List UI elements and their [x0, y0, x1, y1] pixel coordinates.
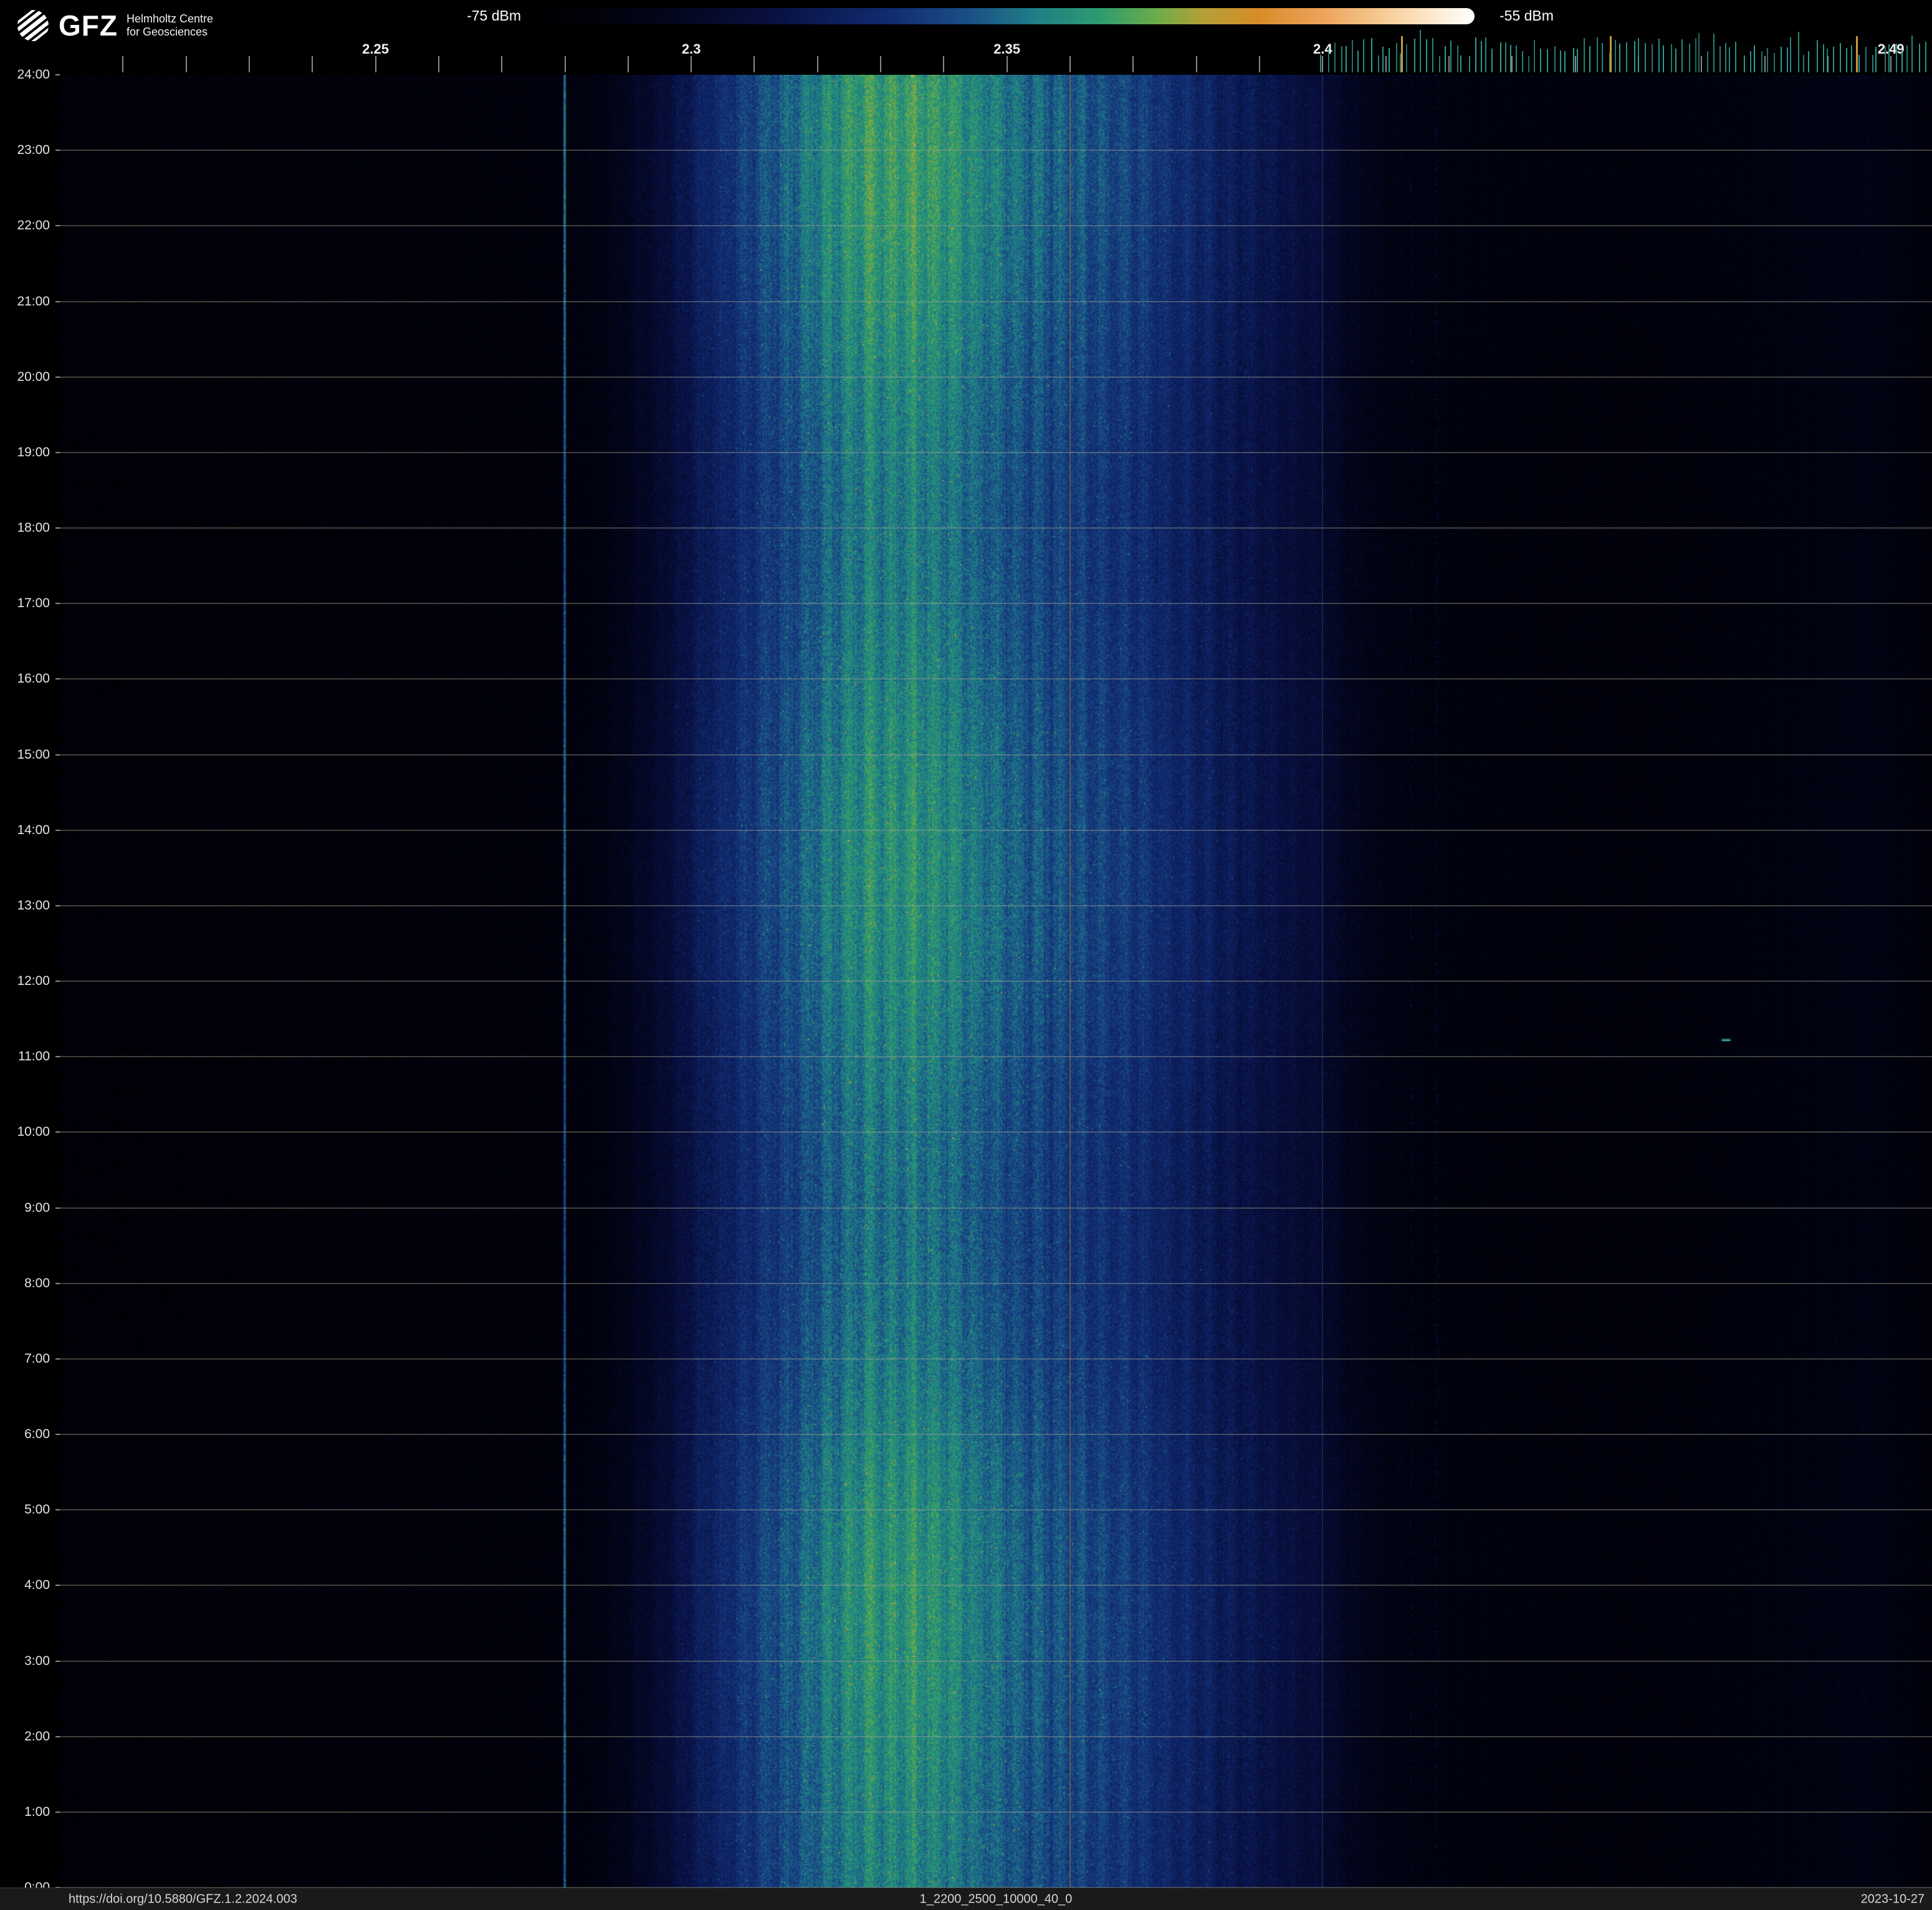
footer-bar: https://doi.org/10.5880/GFZ.1.2.2024.003…	[0, 1888, 1932, 1910]
time-minor-tick	[55, 451, 60, 453]
time-tick-label: 22:00	[17, 218, 50, 233]
time-tick-label: 6:00	[24, 1427, 50, 1441]
time-tick-label: 20:00	[17, 369, 50, 384]
time-tick-label: 23:00	[17, 143, 50, 158]
time-tick-label: 11:00	[18, 1049, 50, 1064]
time-tick-label: 15:00	[17, 747, 50, 762]
time-minor-tick	[55, 1358, 60, 1360]
time-tick-label: 14:00	[17, 822, 50, 837]
time-minor-tick	[55, 754, 60, 756]
brand-text: GFZ	[59, 9, 118, 42]
colorbar-min-label: -75 dBm	[467, 7, 521, 24]
brand-subtitle-line1: Helmholtz Centre	[126, 12, 214, 25]
brand-subtitle-line2: for Geosciences	[126, 26, 208, 38]
time-tick-label: 16:00	[17, 671, 50, 686]
time-minor-tick	[55, 300, 60, 302]
time-minor-tick	[55, 905, 60, 906]
gfz-logo: GFZ Helmholtz Centre for Geosciences	[16, 9, 213, 42]
time-tick-label: 12:00	[17, 974, 50, 988]
time-minor-tick	[55, 981, 60, 982]
time-minor-tick	[55, 1811, 60, 1813]
time-minor-tick	[55, 1434, 60, 1435]
time-minor-tick	[55, 1207, 60, 1209]
time-tick-label: 13:00	[17, 898, 50, 913]
time-minor-tick	[55, 1660, 60, 1662]
time-tick-label: 1:00	[24, 1804, 50, 1819]
time-minor-tick	[55, 225, 60, 227]
spectrogram-plot	[60, 75, 1932, 1888]
time-tick-label: 8:00	[24, 1275, 50, 1290]
time-minor-tick	[55, 1131, 60, 1133]
gfz-logo-icon	[16, 9, 50, 42]
time-minor-tick	[55, 74, 60, 75]
time-minor-tick	[55, 376, 60, 378]
time-tick-label: 21:00	[17, 294, 50, 309]
time-axis: 24:00 23:00 22:00 21:00 20:00 19:00 18:00 17:00…	[0, 67, 60, 1894]
header-bar: GFZ Helmholtz Centre for Geosciences -75…	[0, 0, 1932, 75]
colorbar-legend: -75 dBm -55 dBm	[436, 7, 1554, 24]
time-tick-label: 3:00	[24, 1653, 50, 1668]
time-minor-tick	[55, 603, 60, 605]
time-minor-tick	[55, 150, 60, 151]
date-label: 2023-10-27	[1860, 1892, 1925, 1906]
colorbar-gradient	[536, 7, 1475, 24]
time-tick-label: 19:00	[17, 444, 50, 459]
time-minor-tick	[55, 1735, 60, 1737]
time-tick-label: 18:00	[17, 521, 50, 535]
time-minor-tick	[55, 1282, 60, 1284]
dataset-id: 1_2200_2500_10000_40_0	[919, 1892, 1073, 1906]
time-minor-tick	[55, 1056, 60, 1058]
time-minor-tick	[55, 829, 60, 831]
time-tick-label: 7:00	[24, 1351, 50, 1366]
time-minor-tick	[55, 527, 60, 529]
brand-subtitle: Helmholtz Centre for Geosciences	[127, 12, 213, 39]
time-tick-label: 5:00	[24, 1502, 50, 1517]
spectrogram-canvas	[60, 75, 1932, 1888]
time-minor-tick	[55, 1585, 60, 1586]
time-tick-label: 4:00	[24, 1578, 50, 1593]
time-tick-label: 17:00	[17, 596, 50, 611]
time-tick-label: 9:00	[24, 1200, 50, 1215]
time-tick-label: 10:00	[17, 1125, 50, 1140]
colorbar-max-label: -55 dBm	[1499, 7, 1554, 24]
time-tick-label: 2:00	[24, 1729, 50, 1744]
time-minor-tick	[55, 1509, 60, 1511]
time-tick-label: 24:00	[17, 67, 50, 82]
time-minor-tick	[55, 678, 60, 680]
